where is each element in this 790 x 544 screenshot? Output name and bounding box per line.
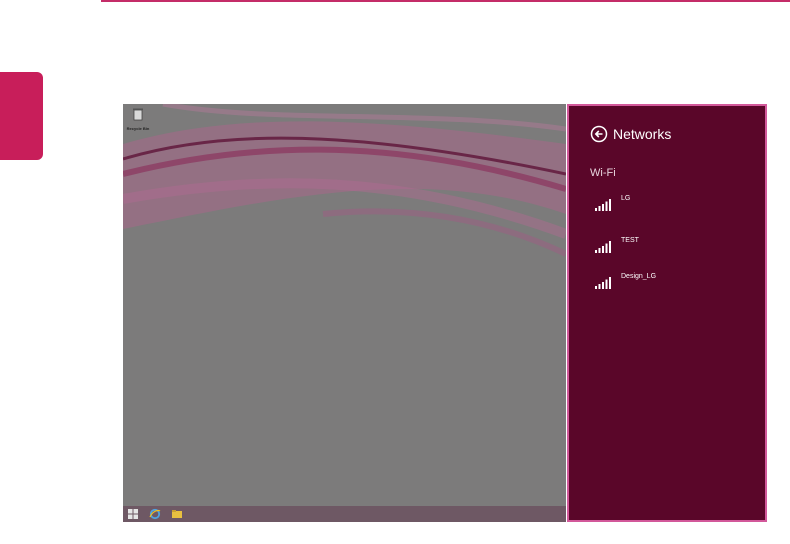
network-name: LG	[621, 195, 631, 202]
manual-page: Recycle Bin Networks Wi-Fi LG TEST Desig…	[0, 0, 790, 544]
top-rule-line	[101, 0, 790, 2]
networks-pane: Networks Wi-Fi LG TEST Design_LG	[567, 104, 767, 522]
wifi-signal-bars-icon	[595, 199, 611, 211]
wifi-signal-bars-icon	[595, 277, 611, 289]
recycle-bin-glyph-icon	[133, 108, 143, 121]
wifi-section-label: Wi-Fi	[590, 167, 616, 179]
network-item-design-lg[interactable]: Design_LG	[595, 270, 745, 292]
wifi-signal-bars-icon	[595, 241, 611, 253]
windows-start-icon[interactable]	[127, 508, 139, 520]
network-item-test[interactable]: TEST	[595, 234, 745, 256]
chapter-side-tab	[0, 72, 43, 160]
network-item-lg[interactable]: LG	[595, 192, 745, 214]
recycle-bin-label: Recycle Bin	[126, 126, 150, 131]
networks-title: Networks	[613, 126, 672, 142]
file-explorer-icon[interactable]	[171, 508, 183, 520]
recycle-bin-icon[interactable]: Recycle Bin	[125, 107, 151, 137]
wallpaper-swirl	[123, 104, 566, 257]
internet-explorer-icon[interactable]	[149, 508, 161, 520]
network-name: Design_LG	[621, 273, 657, 280]
network-name: TEST	[621, 237, 639, 244]
back-arrow-circle-icon[interactable]	[590, 125, 608, 143]
taskbar	[123, 506, 566, 522]
desktop-screenshot: Recycle Bin	[123, 104, 566, 522]
